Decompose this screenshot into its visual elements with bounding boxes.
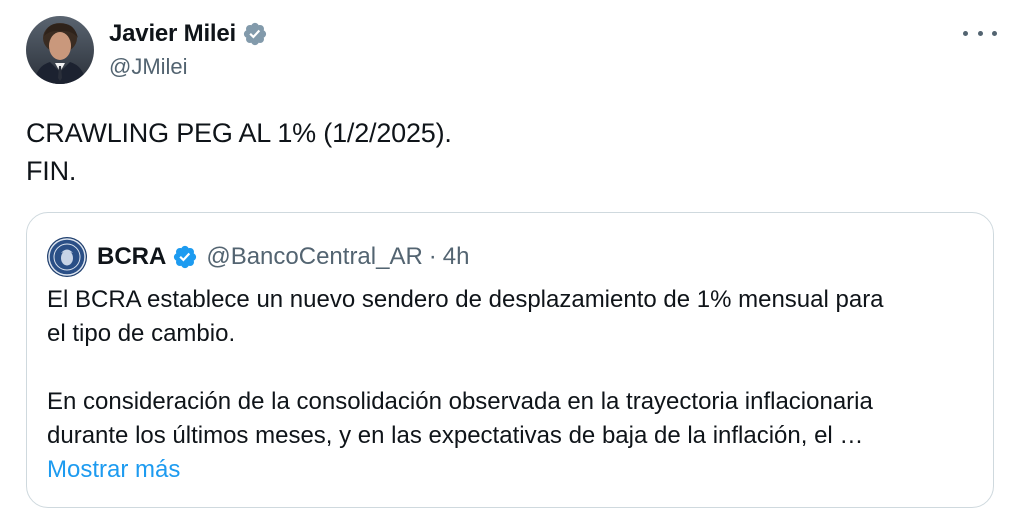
quoted-text-line: el tipo de cambio. [47,320,236,347]
author-avatar[interactable] [26,16,94,84]
author-name[interactable]: Javier Milei [109,20,236,48]
tweet-text-line: FIN. [26,156,77,186]
quoted-tweet-header: BCRA @BancoCentral_AR · 4h [47,235,470,279]
author-info: Javier Milei @JMilei [109,20,268,80]
tweet-text: CRAWLING PEG AL 1% (1/2/2025). FIN. [26,114,452,190]
quoted-text-line: En consideración de la consolidación obs… [47,388,873,415]
verified-badge-icon [242,21,268,47]
more-options-button[interactable] [963,22,997,44]
quoted-tweet-text: El BCRA establece un nuevo sendero de de… [47,283,977,487]
quoted-text-line: durante los últimos meses, y en las expe… [47,422,864,449]
verified-badge-icon [172,244,198,270]
tweet: Javier Milei @JMilei CRAWLING PEG AL 1% … [0,0,1023,528]
quoted-timestamp[interactable]: 4h [443,243,470,271]
quoted-author-avatar[interactable] [47,237,87,277]
author-handle[interactable]: @JMilei [109,54,268,80]
tweet-text-line: CRAWLING PEG AL 1% (1/2/2025). [26,118,452,148]
quoted-tweet-card[interactable]: BCRA @BancoCentral_AR · 4h El BCRA estab… [26,212,994,508]
quoted-author-handle[interactable]: @BancoCentral_AR [206,243,422,271]
quoted-author-name[interactable]: BCRA [97,243,166,271]
quoted-text-line: El BCRA establece un nuevo sendero de de… [47,286,884,313]
author-name-row: Javier Milei [109,20,268,48]
separator-dot: · [428,243,437,270]
more-horizontal-icon [977,30,983,36]
more-horizontal-icon [992,30,997,36]
more-horizontal-icon [963,30,968,36]
show-more-link[interactable]: Mostrar más [47,453,977,487]
